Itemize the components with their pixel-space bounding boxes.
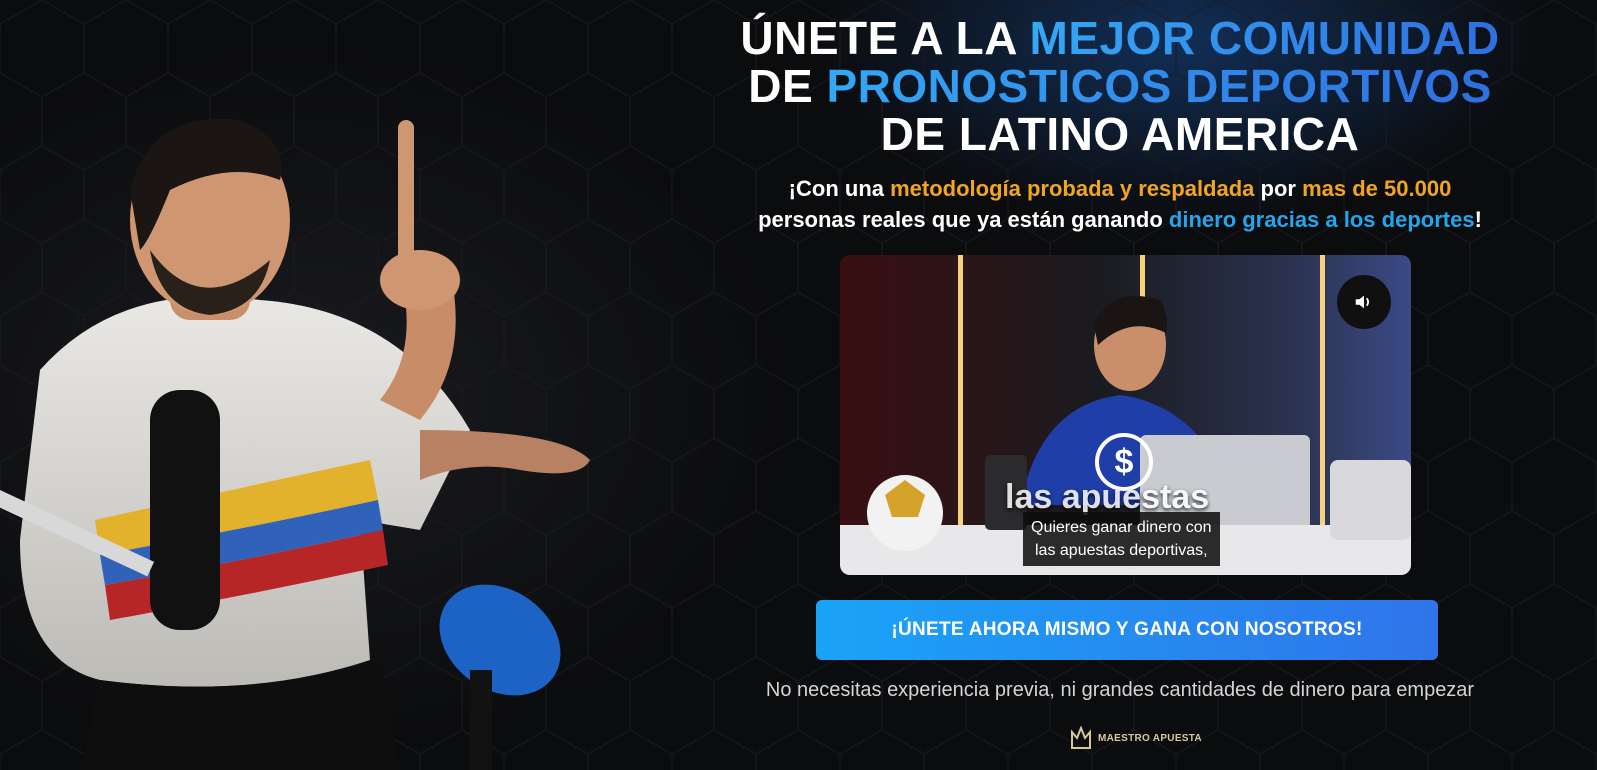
disclaimer-note: No necesitas experiencia previa, ni gran… bbox=[765, 679, 1475, 701]
speaker-icon bbox=[1355, 295, 1370, 309]
brand-name: MAESTRO APUESTA bbox=[1098, 732, 1202, 744]
headline-line3: DE LATINO AMERICA bbox=[880, 108, 1360, 160]
sub-part4: ! bbox=[1474, 207, 1482, 232]
sub-highlight1: metodología probada y respaldada bbox=[890, 176, 1255, 201]
sub-part1: ¡Con una bbox=[788, 176, 891, 201]
sub-part2: por bbox=[1254, 176, 1303, 201]
headline: ÚNETE A LA MEJOR COMUNIDAD DE PRONOSTICO… bbox=[650, 14, 1590, 158]
video-overlay-text: las apuestas bbox=[1005, 478, 1210, 516]
video-subtitles: Quieres ganar dinero con las apuestas de… bbox=[1023, 512, 1220, 566]
crown-logo-icon bbox=[1071, 726, 1091, 749]
join-now-button[interactable]: ¡ÚNETE AHORA MISMO Y GANA CON NOSOTROS! bbox=[816, 600, 1438, 660]
subheadline: ¡Con una metodología probada y respaldad… bbox=[660, 173, 1580, 235]
headline-line1-blue: MEJOR COMUNIDAD bbox=[1029, 12, 1500, 64]
headline-line2-blue: PRONOSTICOS DEPORTIVOS bbox=[826, 60, 1492, 112]
headline-line2-white: DE bbox=[748, 60, 827, 112]
sub-highlight3: dinero gracias a los deportes bbox=[1168, 207, 1475, 232]
subtitle-line2: las apuestas deportivas, bbox=[1035, 542, 1208, 559]
video-player[interactable]: $ las apuestas Quieres ganar dinero con … bbox=[840, 255, 1411, 575]
sub-part3: personas reales que ya están ganando bbox=[758, 207, 1169, 232]
subtitle-line1: Quieres ganar dinero con bbox=[1031, 519, 1212, 536]
headline-line1-white: ÚNETE A LA bbox=[740, 12, 1030, 64]
sub-highlight2: mas de 50.000 bbox=[1302, 176, 1452, 201]
mute-toggle-button[interactable] bbox=[1337, 275, 1391, 329]
brand-logo[interactable]: MAESTRO APUESTA bbox=[1070, 726, 1202, 750]
hero-presenter-image bbox=[0, 118, 590, 770]
